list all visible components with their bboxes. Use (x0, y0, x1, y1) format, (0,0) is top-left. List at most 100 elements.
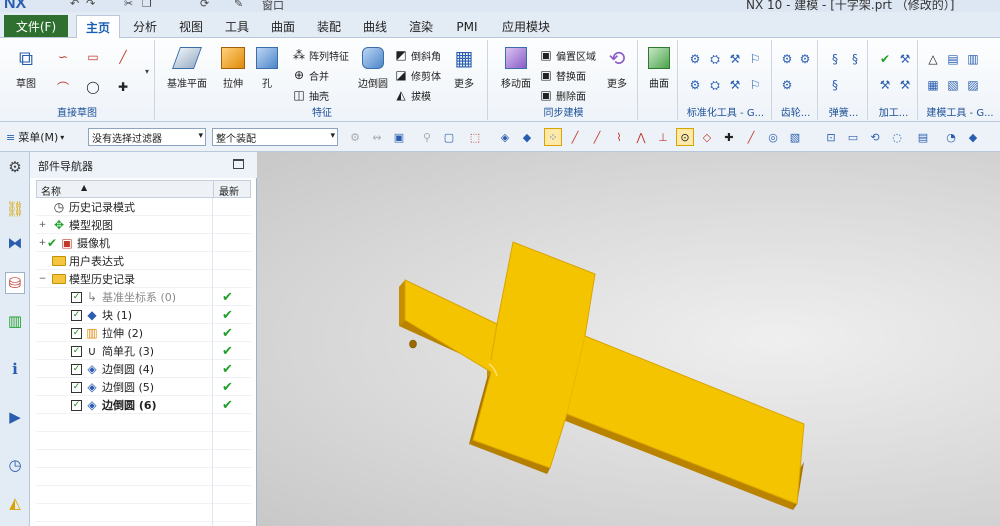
machining-tool-3-icon[interactable]: ⚒ (876, 76, 894, 94)
modeling-tool-5-icon[interactable]: ▧ (944, 76, 962, 94)
hole-button[interactable]: 孔 (245, 44, 289, 96)
snap-midpoint-icon[interactable]: ╱ (588, 128, 606, 146)
arc-icon[interactable]: ⌒ (54, 78, 72, 96)
expand-toggle-icon[interactable]: + (38, 238, 47, 248)
std-tool-5-icon[interactable]: ⚙ (686, 76, 704, 94)
cross-model-svg[interactable] (257, 152, 1000, 526)
modeling-tool-2-icon[interactable]: ▤ (944, 50, 962, 68)
tab-home[interactable]: 主页 (76, 15, 120, 38)
snap-center-icon[interactable]: ⊙ (676, 128, 694, 146)
visibility-checkbox[interactable]: ✓ (71, 345, 82, 357)
gear-tool-2-icon[interactable]: ⚙ (796, 50, 814, 68)
system-materials-icon[interactable]: ◭ (5, 492, 25, 514)
chamfer-button[interactable]: ◩ 倒斜角 (393, 46, 441, 64)
selection-scope-select[interactable]: 整个装配 ▾ (212, 128, 338, 146)
group-label-modeling-tools[interactable]: 建模工具 - G... (920, 104, 1000, 119)
tree-row[interactable]: + ✥ 模型视图 (36, 216, 251, 234)
tab-curve[interactable]: 曲线 (354, 15, 396, 38)
offset-region-button[interactable]: ▣ 偏置区域 (538, 46, 596, 64)
tree-row[interactable]: ◷ 历史记录模式 (36, 198, 251, 216)
sync-more-button[interactable]: ⟲ 更多 (598, 44, 636, 96)
modeling-tool-3-icon[interactable]: ▥ (964, 50, 982, 68)
tab-view[interactable]: 视图 (170, 15, 212, 38)
group-label-gear[interactable]: 齿轮... (774, 104, 817, 119)
pattern-feature-button[interactable]: ⁂ 阵列特征 (291, 46, 349, 64)
repeat-command-icon[interactable]: ⟳ (200, 0, 209, 10)
gear-tool-1-icon[interactable]: ⚙ (778, 50, 796, 68)
machining-tool-1-icon[interactable]: ✔ (876, 50, 894, 68)
delete-face-button[interactable]: ▣ 删除面 (538, 86, 586, 104)
tree-row[interactable]: ✓ ◈ 边倒圆 (6) ✔ (36, 396, 251, 414)
part-navigator-icon[interactable]: ⛁ (5, 272, 25, 294)
sketch-button[interactable]: ⧉ 草图 (4, 44, 48, 96)
select-body-icon[interactable]: ◈ (496, 128, 514, 146)
tree-row[interactable]: ✓ ◆ 块 (1) ✔ (36, 306, 251, 324)
visibility-checkbox[interactable]: ✓ (71, 309, 82, 321)
tree-row[interactable]: 用户表达式 (36, 252, 251, 270)
profile-icon[interactable]: ∽ (54, 48, 72, 66)
snap-bounded-icon[interactable]: ▧ (786, 128, 804, 146)
std-tool-7-icon[interactable]: ⚒ (726, 76, 744, 94)
move-face-button[interactable]: 移动面 (494, 44, 538, 96)
filter-tool-3-icon[interactable]: ▣ (390, 128, 408, 146)
edge-blend-button[interactable]: 边倒圆 (351, 44, 395, 96)
tree-row[interactable]: + ✔ ▣ 摄像机 (36, 234, 251, 252)
std-tool-6-icon[interactable]: ⛭ (706, 76, 724, 94)
snap-oncurve-icon[interactable]: ╱ (742, 128, 760, 146)
snap-endpoint-icon[interactable]: ╱ (566, 128, 584, 146)
tab-surface[interactable]: 曲面 (262, 15, 304, 38)
circle-icon[interactable]: ◯ (84, 78, 102, 96)
constraint-navigator-icon[interactable]: ⧓ (5, 232, 25, 254)
graphics-viewport[interactable] (257, 152, 1000, 526)
pan-icon[interactable]: ◌ (888, 128, 906, 146)
assembly-navigator-icon[interactable]: ⛓ (5, 198, 25, 220)
shell-button[interactable]: ◫ 抽壳 (291, 86, 329, 104)
group-label-standard-tools[interactable]: 标准化工具 - G... (680, 104, 771, 119)
visibility-checkbox[interactable]: ✓ (71, 363, 82, 375)
column-name[interactable]: 名称 (41, 183, 61, 198)
snap-control-icon[interactable]: ⋀ (632, 128, 650, 146)
std-tool-4-icon[interactable]: ⚐ (746, 50, 764, 68)
render-style-icon[interactable]: ▤ (914, 128, 932, 146)
tab-analysis[interactable]: 分析 (124, 15, 166, 38)
unite-button[interactable]: ⊕ 合并 (291, 66, 329, 84)
triangle-tool-icon[interactable]: △ (924, 50, 942, 68)
line-icon[interactable]: ╱ (114, 48, 132, 66)
sketch-more-icon[interactable]: ▾ (138, 62, 156, 80)
std-tool-2-icon[interactable]: ⛭ (706, 50, 724, 68)
touch-mode-icon[interactable]: ✎ (234, 0, 243, 10)
spring-tool-2-icon[interactable]: § (846, 50, 864, 68)
trim-body-button[interactable]: ◪ 修剪体 (393, 66, 441, 84)
visibility-checkbox[interactable]: ✓ (71, 399, 82, 411)
modeling-tool-6-icon[interactable]: ▨ (964, 76, 982, 94)
point-icon[interactable]: ✚ (114, 78, 132, 96)
tree-row[interactable]: ✓ ▥ 拉伸 (2) ✔ (36, 324, 251, 342)
snap-curve-icon[interactable]: ⌇ (610, 128, 628, 146)
spring-tool-1-icon[interactable]: § (826, 50, 844, 68)
tree-row[interactable]: ✓ ◈ 边倒圆 (5) ✔ (36, 378, 251, 396)
web-browser-icon[interactable]: ℹ (5, 358, 25, 380)
rotate-icon[interactable]: ⟲ (866, 128, 884, 146)
select-rect-icon[interactable]: ⬚ (466, 128, 484, 146)
group-label-spring[interactable]: 弹簧... (820, 104, 867, 119)
undo-icon[interactable]: ↶ (70, 0, 79, 10)
draft-button[interactable]: ◭ 拔模 (393, 86, 431, 104)
tab-pmi[interactable]: PMI (446, 15, 488, 38)
filter-tool-4-icon[interactable]: ⚲ (418, 128, 436, 146)
tree-row[interactable]: ✓ ◈ 边倒圆 (4) ✔ (36, 360, 251, 378)
gear-tool-3-icon[interactable]: ⚙ (778, 76, 796, 94)
fit-icon[interactable]: ▭ (844, 128, 862, 146)
tree-row[interactable]: ✓ ∪ 简单孔 (3) ✔ (36, 342, 251, 360)
replace-face-button[interactable]: ▣ 替换面 (538, 66, 586, 84)
filter-tool-5-icon[interactable]: ▢ (440, 128, 458, 146)
tree-row[interactable]: ✓ ↳ 基准坐标系 (0) ✔ (36, 288, 251, 306)
select-face-icon[interactable]: ◆ (518, 128, 536, 146)
window-menu[interactable]: 窗口 (262, 0, 284, 12)
visibility-checkbox[interactable]: ✓ (71, 327, 82, 339)
cut-icon[interactable]: ✂ (124, 0, 133, 10)
maximize-icon[interactable] (233, 159, 244, 169)
expand-toggle-icon[interactable]: + (38, 220, 47, 230)
zoom-icon[interactable]: ⊡ (822, 128, 840, 146)
redo-icon[interactable]: ↷ (86, 0, 95, 10)
surface-button[interactable]: 曲面 (637, 44, 681, 96)
